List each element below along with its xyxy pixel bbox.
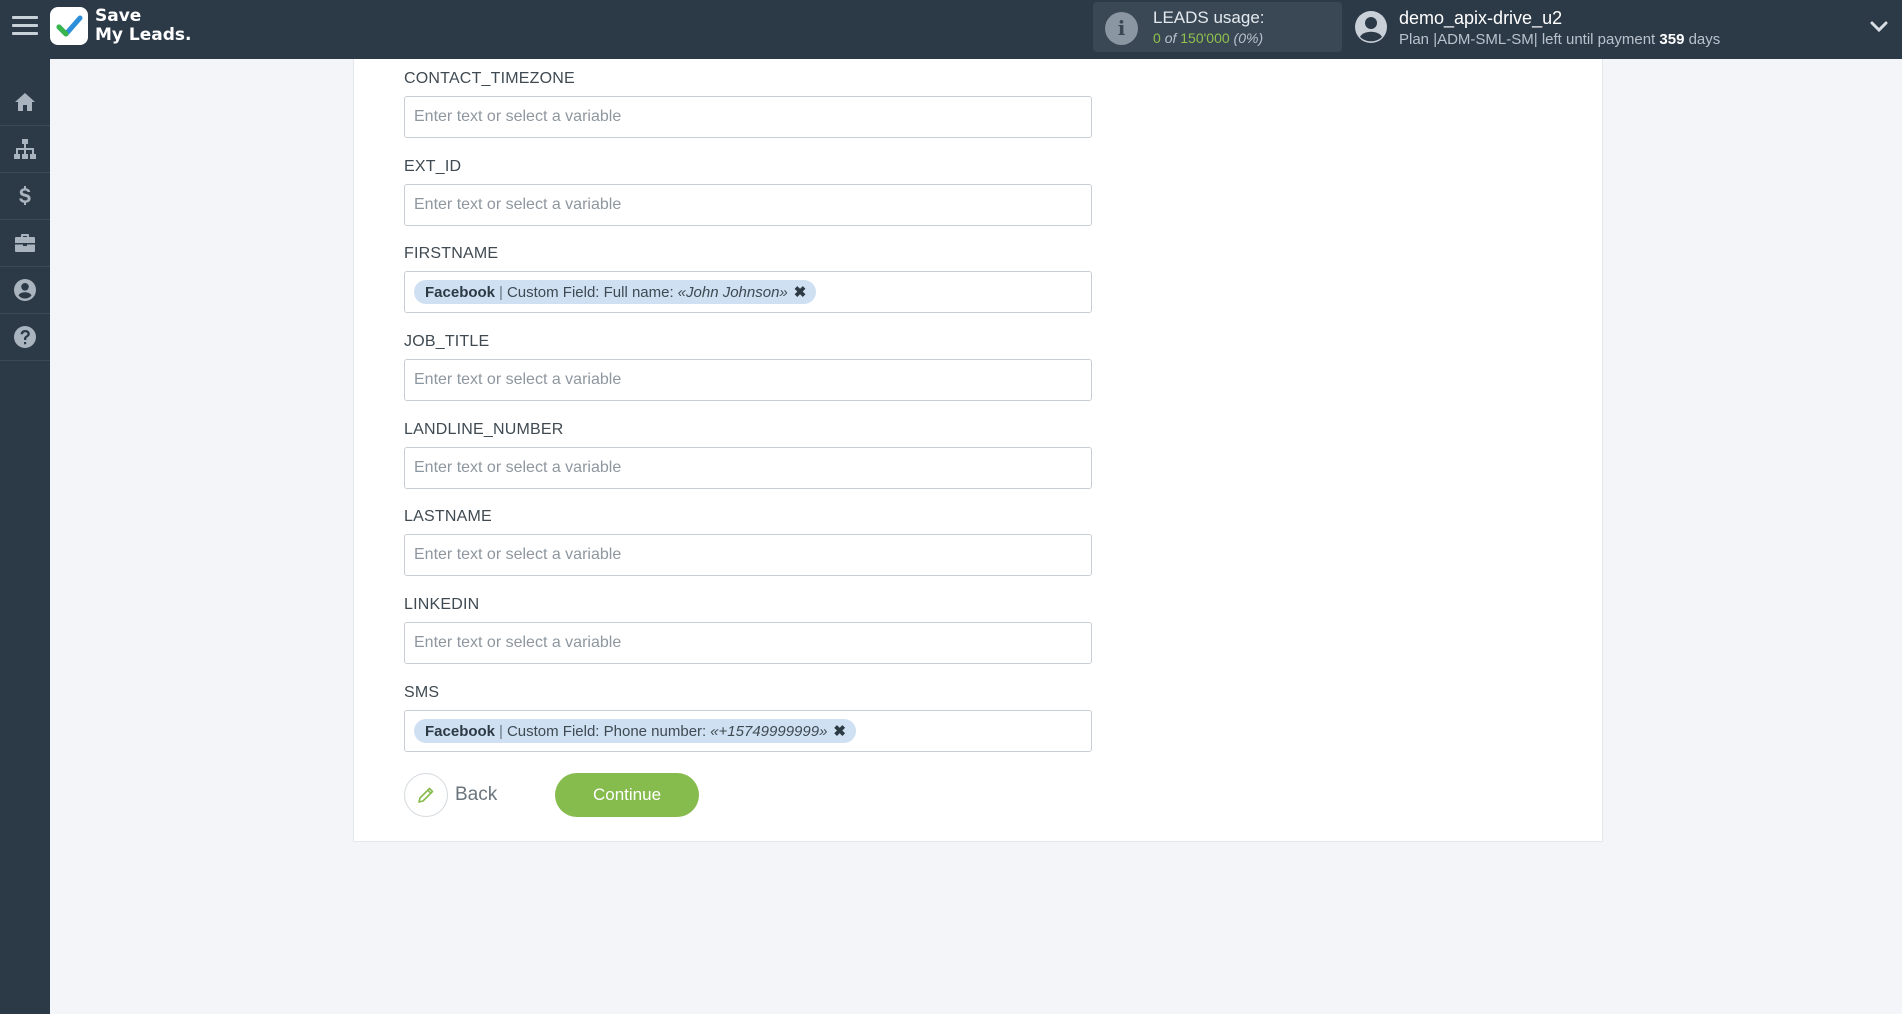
text-input[interactable] [414,371,1082,389]
days-count: 359 [1659,31,1685,48]
field-label: LASTNAME [404,508,492,525]
remove-tag-icon[interactable]: ✖ [794,283,807,301]
sidebar [0,59,50,1014]
days-suffix: days [1684,31,1721,48]
plan-text: Plan |ADM-SML-SM| left until payment [1399,31,1660,48]
sidebar-item-account[interactable] [0,267,50,314]
field-label: FIRSTNAME [404,245,499,262]
app-logo[interactable]: Save My Leads. [50,7,192,45]
sidebar-item-connections[interactable] [0,126,50,173]
sidebar-item-help[interactable] [0,314,50,361]
briefcase-icon [15,234,35,252]
firstname-input[interactable]: Facebook | Custom Field: Full name: «Joh… [404,271,1092,313]
job-title-input[interactable] [404,359,1092,401]
leads-usage-title: LEADS usage: [1153,8,1265,27]
info-icon: i [1105,12,1138,45]
logo-line-1: Save [95,6,142,26]
logo-text: Save My Leads. [95,7,192,45]
leads-usage-panel: i LEADS usage: 0 of 150'000 (0%) [1093,2,1342,52]
lastname-input[interactable] [404,534,1092,576]
linkedin-input[interactable] [404,622,1092,664]
field-label: CONTACT_TIMEZONE [404,70,575,87]
tag-field: Custom Field: Full name: [506,283,674,301]
user-plan: Plan |ADM-SML-SM| left until payment 359… [1399,31,1720,48]
text-input[interactable] [414,108,1082,126]
contact-timezone-input[interactable] [404,96,1092,138]
back-button[interactable]: Back [404,773,497,817]
tag-source: Facebook [425,722,496,740]
field-job-title: JOB_TITLE [404,332,1092,401]
sitemap-icon [14,139,36,159]
field-contact-timezone: CONTACT_TIMEZONE [404,69,1092,138]
sidebar-item-tools[interactable] [0,220,50,267]
sidebar-item-billing[interactable] [0,173,50,220]
tag-field: Custom Field: Phone number: [506,722,707,740]
text-input[interactable] [414,634,1082,652]
user-avatar-icon[interactable] [1354,10,1388,44]
tag-separator: | [499,283,503,301]
pencil-icon [418,787,434,803]
sidebar-item-home[interactable] [0,79,50,126]
tag-source: Facebook [425,283,496,301]
field-label: LINKEDIN [404,596,480,613]
variable-tag[interactable]: Facebook | Custom Field: Full name: «Joh… [414,280,817,304]
logo-check-icon [50,7,88,45]
top-bar: Save My Leads. i LEADS usage: 0 of 150'0… [0,0,1902,59]
dollar-icon [19,186,31,205]
tag-value: «+15749999999» [710,722,828,740]
home-icon [15,93,35,111]
variable-tag[interactable]: Facebook | Custom Field: Phone number: «… [414,719,856,743]
question-circle-icon [14,326,36,348]
field-sms: SMS Facebook | Custom Field: Phone numbe… [404,683,1092,752]
leads-percent: (0%) [1233,30,1264,46]
leads-limit: 150'000 [1180,30,1230,46]
text-input[interactable] [414,196,1082,214]
leads-of: of [1164,30,1177,46]
user-circle-icon [14,279,36,301]
field-linkedin: LINKEDIN [404,595,1092,664]
tag-value: «John Johnson» [677,283,788,301]
sms-input[interactable]: Facebook | Custom Field: Phone number: «… [404,710,1092,752]
menu-icon[interactable] [12,16,38,38]
field-label: JOB_TITLE [404,333,490,350]
back-circle [404,773,448,817]
field-label: EXT_ID [404,158,462,175]
back-label: Back [455,784,498,805]
fields-card: CONTACT_TIMEZONE EXT_ID FIRSTNAME Facebo… [353,59,1603,842]
logo-line-2: My Leads. [95,25,192,45]
ext-id-input[interactable] [404,184,1092,226]
field-landline-number: LANDLINE_NUMBER [404,420,1092,489]
landline-number-input[interactable] [404,447,1092,489]
text-input[interactable] [414,459,1082,477]
field-ext-id: EXT_ID [404,157,1092,226]
field-lastname: LASTNAME [404,507,1092,576]
field-label: SMS [404,684,440,701]
tag-separator: | [499,722,503,740]
user-name[interactable]: demo_apix-drive_u2 [1399,8,1562,29]
field-firstname: FIRSTNAME Facebook | Custom Field: Full … [404,244,1092,313]
chevron-down-icon[interactable] [1870,20,1888,34]
main-content: CONTACT_TIMEZONE EXT_ID FIRSTNAME Facebo… [50,59,1902,1014]
remove-tag-icon[interactable]: ✖ [833,722,846,740]
continue-button[interactable]: Continue [555,773,699,817]
leads-used: 0 [1153,30,1161,46]
text-input[interactable] [414,546,1082,564]
field-label: LANDLINE_NUMBER [404,421,564,438]
leads-usage-count: 0 of 150'000 (0%) [1153,30,1263,46]
